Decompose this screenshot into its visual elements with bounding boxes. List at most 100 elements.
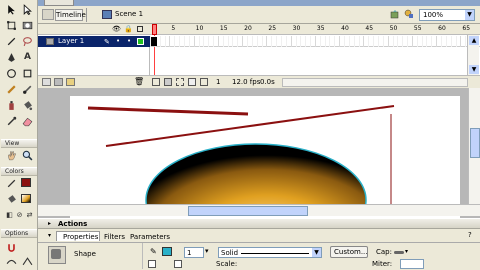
layer-row[interactable]: Layer 1 ✎ • • <box>38 36 150 47</box>
timeline-button[interactable]: Timeline <box>55 9 86 21</box>
ink-bottle-icon[interactable] <box>4 98 19 112</box>
frame-cell <box>300 36 302 47</box>
scene-label[interactable]: Scene 1 <box>115 10 143 18</box>
custom-button[interactable]: Custom... <box>330 246 368 258</box>
stroke-color-swatch[interactable] <box>21 178 31 187</box>
scroll-thumb[interactable] <box>470 128 480 158</box>
scale-label: Scale: <box>216 260 238 268</box>
timeline-vertical-scrollbar[interactable]: ▲ ▼ <box>467 35 479 75</box>
frame-number: 40 <box>341 25 349 32</box>
oval-icon[interactable] <box>4 66 19 80</box>
frame-cell <box>373 36 375 47</box>
help-icon[interactable]: ? <box>468 231 472 239</box>
edit-symbols-icon[interactable] <box>404 9 414 19</box>
chevron-down-icon: ▼ <box>465 10 474 20</box>
checkbox[interactable] <box>174 260 182 268</box>
frame-cell <box>407 36 409 47</box>
stroke-hinting-checkbox[interactable] <box>148 260 156 268</box>
onion-outlines-icon[interactable] <box>176 78 184 86</box>
pen-icon[interactable] <box>4 50 19 64</box>
gradient-icon[interactable] <box>20 18 35 32</box>
stroke-color-button[interactable] <box>162 247 172 256</box>
insert-layer-icon[interactable] <box>42 78 51 86</box>
playhead[interactable] <box>152 24 157 35</box>
keyframe[interactable] <box>151 37 157 46</box>
visible-dot-icon[interactable]: • <box>116 37 120 45</box>
frame-cell <box>188 36 190 47</box>
frame-ruler: 15101520253035404550556065 <box>150 24 480 35</box>
stroke-style-select[interactable]: Solid ▼ <box>218 247 322 258</box>
eye-icon[interactable]: 👁 <box>112 25 121 33</box>
frame-cell <box>334 36 336 47</box>
edit-bar: Timeline Scene 1 100% ▼ <box>38 6 480 24</box>
stage-vertical-scrollbar[interactable] <box>468 88 480 204</box>
actions-panel-header[interactable]: ▸ Actions <box>38 218 480 229</box>
chevron-down-icon: ▼ <box>312 248 321 257</box>
zoom-icon[interactable] <box>20 148 35 162</box>
trash-icon[interactable]: 🗑 <box>134 77 144 86</box>
stroke-line-2[interactable] <box>105 105 395 147</box>
insert-folder-icon[interactable] <box>66 78 75 86</box>
cap-select[interactable]: ▾ <box>394 247 410 258</box>
frames-row[interactable] <box>150 36 480 47</box>
edit-multiple-frames-icon[interactable] <box>188 78 196 86</box>
scroll-down-icon[interactable]: ▼ <box>469 65 479 74</box>
swap-colors-icon[interactable]: ⇄ <box>22 208 37 222</box>
shape-icon <box>48 246 66 264</box>
motion-guide-icon[interactable] <box>54 78 63 86</box>
stepper-icon[interactable]: ▾ <box>205 247 209 255</box>
center-frame-icon[interactable] <box>152 78 160 86</box>
free-transform-icon[interactable] <box>4 18 19 32</box>
rectangle-icon[interactable] <box>20 66 35 80</box>
pencil-icon[interactable] <box>4 82 19 96</box>
subselect-icon[interactable] <box>20 2 35 16</box>
brush-icon[interactable] <box>20 82 35 96</box>
hand-icon[interactable] <box>4 148 19 162</box>
zoom-select[interactable]: 100% ▼ <box>419 9 475 21</box>
text-icon[interactable]: A <box>20 50 35 64</box>
frame-cell <box>203 36 205 47</box>
tab-parameters[interactable]: Parameters <box>130 233 170 241</box>
frame-number: 65 <box>462 25 471 32</box>
frame-cell <box>266 36 268 47</box>
tab-filters[interactable]: Filters <box>104 233 125 241</box>
scroll-up-icon[interactable]: ▲ <box>469 36 479 45</box>
frame-number: 50 <box>389 25 398 32</box>
onion-skin-icon[interactable] <box>164 78 172 86</box>
frame-cell <box>450 36 452 47</box>
frame-cell <box>445 36 447 47</box>
lock-dot-icon[interactable]: • <box>127 37 131 45</box>
stroke-line-1[interactable] <box>87 106 249 116</box>
stage-horizontal-scrollbar[interactable] <box>38 204 480 216</box>
edit-scene-icon[interactable] <box>390 9 400 19</box>
frame-cell <box>295 36 297 47</box>
frame-cell <box>329 36 331 47</box>
frame-cell <box>431 36 433 47</box>
timeline-toggle-icon[interactable] <box>42 9 54 20</box>
tab-properties[interactable]: Properties <box>56 231 100 241</box>
layer-outline-color[interactable] <box>137 38 144 45</box>
fill-color-swatch[interactable] <box>21 194 31 203</box>
colors-section-label: Colors <box>1 167 37 176</box>
frame-cell <box>368 36 370 47</box>
modify-markers-icon[interactable] <box>200 78 208 86</box>
lasso-icon[interactable] <box>20 34 35 48</box>
lock-icon[interactable]: 🔒 <box>124 25 133 33</box>
elapsed-time: 0.0s <box>260 78 275 86</box>
outline-icon[interactable] <box>137 26 143 32</box>
scroll-thumb[interactable] <box>188 206 308 216</box>
eraser-icon[interactable] <box>20 114 35 128</box>
smooth-icon[interactable] <box>4 254 19 268</box>
miter-input[interactable] <box>400 259 424 269</box>
layer-name[interactable]: Layer 1 <box>58 37 84 45</box>
snap-magnet-icon[interactable] <box>4 240 19 254</box>
arrow-icon[interactable] <box>4 2 19 16</box>
scene-icon <box>102 10 112 19</box>
actions-title: Actions <box>58 220 88 228</box>
stroke-height-input[interactable]: 1 <box>184 247 204 258</box>
paint-bucket-icon[interactable] <box>20 98 35 112</box>
eyedropper-icon[interactable] <box>4 114 19 128</box>
line-icon[interactable] <box>4 34 19 48</box>
straighten-icon[interactable] <box>20 254 35 268</box>
horizontal-scrollbar[interactable] <box>282 78 468 87</box>
